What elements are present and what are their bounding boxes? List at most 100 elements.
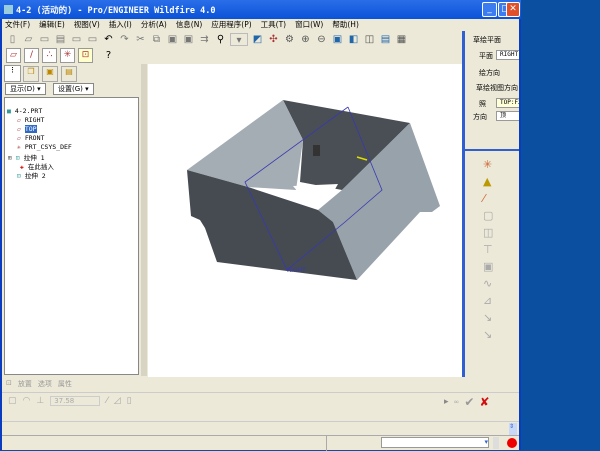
paste-icon[interactable]: ▣ bbox=[166, 33, 179, 46]
regenerate-icon[interactable]: ⇉ bbox=[198, 33, 211, 46]
spin-center-icon[interactable]: ✣ bbox=[267, 33, 280, 46]
sketch-circle-icon[interactable]: ◫ bbox=[483, 224, 493, 241]
tree-item-label: TOP bbox=[24, 125, 37, 133]
panel-splitter[interactable] bbox=[141, 64, 147, 376]
reorient-icon[interactable]: ◧ bbox=[347, 33, 360, 46]
reference-field[interactable]: TOP:F2 bbox=[496, 98, 519, 108]
hole bbox=[293, 184, 338, 199]
cancel-icon[interactable]: ✘ bbox=[479, 395, 489, 409]
sketch-axis-icon[interactable]: ✳ bbox=[483, 156, 493, 173]
display-dropdown[interactable]: 显示(D) ▾ bbox=[5, 83, 46, 95]
graphics-window[interactable]: RIGHT bbox=[148, 64, 482, 377]
sketch-arc-icon[interactable]: ⊤ bbox=[483, 241, 493, 258]
zoom-in-icon[interactable]: ⊕ bbox=[299, 33, 312, 46]
tree-item-part[interactable]: ■ 4-2.PRT bbox=[7, 107, 42, 115]
menu-tools[interactable]: 工具(T) bbox=[261, 18, 286, 31]
message-area: ⇕ bbox=[2, 421, 519, 435]
sketch-trim-icon[interactable]: ↘ bbox=[483, 326, 493, 343]
tree-item-label: 4-2.PRT bbox=[14, 107, 43, 115]
depth-field[interactable]: 37.58 bbox=[50, 396, 101, 406]
find-icon[interactable]: ⚲ bbox=[214, 33, 227, 46]
menu-window[interactable]: 窗口(W) bbox=[295, 18, 323, 31]
view-manager-icon[interactable]: ▦ bbox=[395, 33, 408, 46]
sketch-spline-icon[interactable]: ∿ bbox=[483, 275, 493, 292]
new-icon[interactable]: ▯ bbox=[6, 33, 19, 46]
connections-tab[interactable]: ▤ bbox=[61, 66, 77, 82]
sketch-dimension-icon[interactable]: ⊿ bbox=[483, 292, 493, 309]
preview-checkbox[interactable]: ∞ bbox=[454, 398, 460, 406]
datum-plane-tool-icon[interactable]: ▱ bbox=[6, 47, 21, 63]
pause-icon[interactable]: ▸ bbox=[444, 397, 449, 407]
tree-item-right[interactable]: ▱ RIGHT bbox=[17, 116, 44, 124]
print-icon[interactable]: ▤ bbox=[54, 33, 67, 46]
saved-views-icon[interactable]: ◫ bbox=[363, 33, 376, 46]
solid-icon[interactable]: ▢ bbox=[8, 396, 17, 406]
settings-dropdown[interactable]: 设置(G) ▾ bbox=[53, 83, 94, 95]
datum-csys-tool-icon[interactable]: ✳ bbox=[60, 47, 75, 63]
menu-file[interactable]: 文件(F) bbox=[5, 18, 30, 31]
surface-icon[interactable]: ◠ bbox=[23, 396, 31, 406]
tree-item-top[interactable]: ▱ TOP bbox=[17, 125, 37, 133]
sketch-tool-icon[interactable]: ⊡ bbox=[78, 47, 93, 63]
favorites-tab[interactable]: ▣ bbox=[42, 66, 58, 82]
csys-icon: ✳ bbox=[17, 143, 21, 151]
sketch-line-icon[interactable]: ⁄ bbox=[483, 190, 493, 207]
datum-point-tool-icon[interactable]: ∴ bbox=[42, 47, 57, 63]
undo-icon[interactable]: ↶ bbox=[102, 33, 115, 46]
stop-icon[interactable] bbox=[507, 438, 517, 448]
sketch-modify-icon[interactable]: ↘ bbox=[483, 309, 493, 326]
datum-plane-icon: ▱ bbox=[17, 116, 21, 124]
tab-properties[interactable]: 属性 bbox=[58, 379, 72, 389]
thicken-icon[interactable]: ▯ bbox=[127, 396, 132, 406]
paste-special-icon[interactable]: ▣ bbox=[182, 33, 195, 46]
email-icon[interactable]: ▭ bbox=[70, 33, 83, 46]
plane-field[interactable]: RIGHT bbox=[496, 50, 519, 60]
close-button[interactable]: ✕ bbox=[506, 2, 520, 17]
message-scrollbar[interactable]: ⇕ bbox=[509, 423, 517, 435]
part-icon: ■ bbox=[7, 107, 11, 115]
sketch-point-icon[interactable]: ▲ bbox=[483, 173, 493, 190]
zoom-out-icon[interactable]: ⊖ bbox=[315, 33, 328, 46]
orient-mode-icon[interactable]: ⚙ bbox=[283, 33, 296, 46]
tab-options[interactable]: 选项 bbox=[38, 379, 52, 389]
tree-item-front[interactable]: ▱ FRONT bbox=[17, 134, 44, 142]
menu-analysis[interactable]: 分析(A) bbox=[141, 18, 167, 31]
context-help-icon[interactable]: ? bbox=[102, 49, 115, 62]
depth-option-icon[interactable]: ⊥ bbox=[36, 396, 44, 406]
orientation-dropdown[interactable]: 顶 bbox=[496, 111, 519, 121]
sketch-fillet-icon[interactable]: ▣ bbox=[483, 258, 493, 275]
menu-view[interactable]: 视图(V) bbox=[74, 18, 100, 31]
datum-axis-tool-icon[interactable]: / bbox=[24, 47, 39, 63]
tree-item-csys[interactable]: ✳ PRT_CSYS_DEF bbox=[17, 143, 72, 151]
tree-item-label: RIGHT bbox=[24, 116, 45, 124]
model-tree-tab[interactable]: ⁝ bbox=[4, 65, 21, 82]
divider bbox=[2, 392, 519, 393]
copy-icon[interactable]: ⧉ bbox=[150, 33, 163, 46]
expand-icon[interactable]: ⊞ bbox=[8, 154, 12, 162]
layers-icon[interactable]: ▤ bbox=[379, 33, 392, 46]
repaint-icon[interactable]: ◩ bbox=[251, 33, 264, 46]
sketch-rect-icon[interactable]: ▢ bbox=[483, 207, 493, 224]
menu-applications[interactable]: 应用程序(P) bbox=[211, 18, 251, 31]
refit-icon[interactable]: ▣ bbox=[331, 33, 344, 46]
minimize-button[interactable]: _ bbox=[482, 2, 497, 17]
open-icon[interactable]: ▱ bbox=[22, 33, 35, 46]
flip-icon[interactable]: ⁄ bbox=[106, 396, 108, 406]
tab-placement[interactable]: 放置 bbox=[18, 379, 32, 389]
sketch-dialog: 草绘平面 平面 RIGHT 绘方向 草绘视图方向 照 TOP:F2 方向 顶 ✳… bbox=[462, 31, 519, 377]
menu-edit[interactable]: 编辑(E) bbox=[39, 18, 65, 31]
filter-dropdown[interactable]: ▾ bbox=[381, 437, 489, 448]
menu-help[interactable]: 帮助(H) bbox=[332, 18, 359, 31]
divider bbox=[326, 436, 327, 451]
tree-item-extrude-2[interactable]: ⊡ 拉伸 2 bbox=[17, 170, 46, 180]
email-link-icon[interactable]: ▭ bbox=[86, 33, 99, 46]
redo-icon[interactable]: ↷ bbox=[118, 33, 131, 46]
confirm-icon[interactable]: ✔ bbox=[464, 395, 474, 409]
menu-info[interactable]: 信息(N) bbox=[176, 18, 202, 31]
folder-browser-tab[interactable]: ❐ bbox=[23, 66, 39, 82]
cut-icon[interactable]: ✂ bbox=[134, 33, 147, 46]
save-icon[interactable]: ▭ bbox=[38, 33, 51, 46]
selection-filter-dropdown[interactable]: ▾ bbox=[230, 32, 248, 46]
remove-material-icon[interactable]: ◿ bbox=[114, 396, 121, 406]
menu-insert[interactable]: 插入(I) bbox=[109, 18, 132, 31]
